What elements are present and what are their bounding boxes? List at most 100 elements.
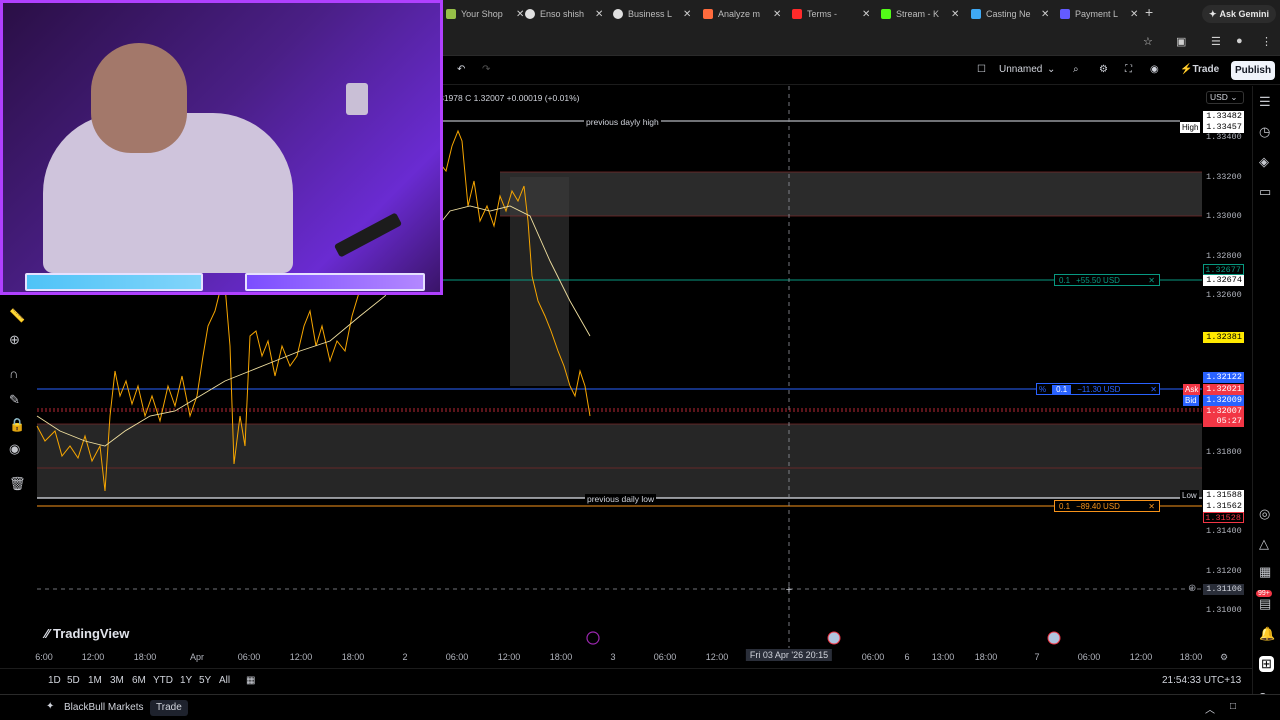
chevron-up-icon[interactable]: ︿ — [1205, 701, 1215, 716]
range-5y[interactable]: 5Y — [199, 675, 211, 686]
calendar-icon[interactable]: ▦ — [246, 675, 255, 686]
flag-marker-icon[interactable] — [1047, 631, 1061, 645]
magnet-icon[interactable]: ∩ — [9, 366, 18, 381]
ruler-icon[interactable]: 📏 — [9, 308, 25, 324]
undo-icon[interactable]: ↶ — [457, 64, 465, 75]
range-1y[interactable]: 1Y — [180, 675, 192, 686]
tab-favicon-icon — [792, 9, 802, 19]
browser-tab[interactable]: Terms - ✕ — [786, 3, 876, 25]
price-tick: 1.32800 — [1206, 251, 1242, 261]
eye-icon[interactable]: ◉ — [9, 441, 20, 457]
range-all[interactable]: All — [219, 675, 230, 686]
trade-button[interactable]: ⚡Trade — [1180, 64, 1219, 75]
phone — [333, 212, 403, 258]
take-profit-order[interactable]: 0.1 +55.50 USD ✕ — [1054, 274, 1160, 286]
menu-icon[interactable]: ☰ — [1211, 35, 1221, 48]
drawing-toolbar: 📏 ⊕ ∩ ✎ 🔒 ◉ 🗑 — [0, 300, 34, 500]
ask-gemini-label: Ask Gemini — [1219, 9, 1270, 19]
previous-high-label: previous dayly high — [584, 117, 661, 127]
zoom-icon[interactable]: ⊕ — [9, 332, 20, 348]
close-icon[interactable]: ✕ — [1148, 276, 1155, 285]
star-icon[interactable]: ☆ — [1143, 35, 1153, 48]
broker-name[interactable]: BlackBull Markets — [64, 702, 143, 713]
trash-icon[interactable]: 🗑 — [9, 476, 26, 492]
browser-tab[interactable]: Enso shish ✕ — [519, 3, 609, 25]
browser-tab[interactable]: Casting Ne ✕ — [965, 3, 1055, 25]
event-marker-icon[interactable] — [586, 631, 600, 645]
more-icon[interactable]: ⋮ — [1261, 35, 1272, 48]
range-1d[interactable]: 1D — [48, 675, 61, 686]
flag-marker-icon[interactable] — [827, 631, 841, 645]
utc-clock[interactable]: 21:54:33 UTC+13 — [1162, 675, 1241, 686]
browser-tab[interactable]: Analyze m ✕ — [697, 3, 787, 25]
close-icon[interactable]: ✕ — [595, 9, 603, 20]
currency-select[interactable]: USD ⌄ — [1206, 91, 1244, 104]
range-3m[interactable]: 3M — [110, 675, 124, 686]
time-tick: 12:00 — [1129, 652, 1153, 662]
bell-icon[interactable]: 🔔 — [1259, 626, 1275, 642]
target-icon[interactable]: ◎ — [1259, 506, 1270, 522]
time-tick: 18:00 — [974, 652, 998, 662]
close-icon[interactable]: ✕ — [773, 9, 781, 20]
grid-icon[interactable]: ⊞ — [1259, 656, 1274, 672]
publish-button[interactable]: Publish — [1231, 61, 1275, 80]
price-label: 1.32009 — [1203, 395, 1244, 406]
layout-name[interactable]: Unnamed — [999, 64, 1042, 75]
broker-trade-button[interactable]: Trade — [150, 700, 188, 716]
browser-tab[interactable]: Business L ✕ — [607, 3, 697, 25]
order-qty: 0.1 — [1059, 275, 1071, 285]
clock-icon[interactable]: ◷ — [1259, 124, 1270, 140]
price-tick: 1.33400 — [1206, 132, 1242, 142]
new-tab-button[interactable]: + — [1145, 4, 1153, 20]
time-tick: 12:00 — [81, 652, 105, 662]
settings-icon[interactable]: ⚙ — [1220, 652, 1228, 663]
time-tick: 06:00 — [1077, 652, 1101, 662]
layout-icon[interactable]: ☐ — [977, 64, 986, 75]
time-tick: 06:00 — [861, 652, 885, 662]
profile-avatar[interactable]: ● — [1236, 35, 1243, 47]
search-icon[interactable]: ⌕ — [1073, 64, 1079, 75]
redo-icon[interactable]: ↷ — [482, 64, 490, 75]
lock-icon[interactable]: 🔒 — [9, 417, 25, 433]
time-axis[interactable]: 6:00 12:00 18:00 Apr 06:00 12:00 18:00 2… — [0, 648, 1252, 666]
tab-title: Your Shop — [461, 9, 503, 19]
fullscreen-icon[interactable]: ⛶ — [1125, 64, 1132, 75]
pencil-icon[interactable]: ✎ — [9, 392, 20, 408]
watchlist-icon[interactable]: ☰ — [1259, 94, 1271, 110]
range-6m[interactable]: 6M — [132, 675, 146, 686]
camera-icon[interactable]: ◉ — [1150, 64, 1159, 75]
range-5d[interactable]: 5D — [67, 675, 80, 686]
high-tag: High — [1180, 122, 1201, 133]
time-tick: 06:00 — [445, 652, 469, 662]
bid-tag: Bid — [1183, 395, 1199, 406]
low-tag: Low — [1180, 490, 1199, 501]
browser-tab[interactable]: Payment L ✕ — [1054, 3, 1144, 25]
close-icon[interactable]: ✕ — [1041, 9, 1049, 20]
ask-gemini-button[interactable]: ✦ Ask Gemini — [1202, 5, 1276, 23]
maximize-icon[interactable]: □ — [1230, 701, 1236, 712]
close-icon[interactable]: ✕ — [862, 9, 870, 20]
range-ytd[interactable]: YTD — [153, 675, 173, 686]
time-tick: 3 — [610, 652, 616, 662]
browser-tab[interactable]: Your Shop ✕ — [440, 3, 530, 25]
close-icon[interactable]: ✕ — [951, 9, 959, 20]
close-icon[interactable]: ✕ — [1148, 502, 1155, 511]
tab-favicon-icon — [613, 9, 623, 19]
settings-icon[interactable]: ⚙ — [1099, 64, 1108, 75]
notifications-icon[interactable]: ▤ — [1259, 596, 1271, 612]
ideas-icon[interactable]: △ — [1259, 536, 1269, 552]
close-icon[interactable]: ✕ — [683, 9, 691, 20]
chat-icon[interactable]: ▭ — [1259, 184, 1271, 200]
percent-icon: % — [1039, 384, 1047, 394]
chevron-down-icon[interactable]: ⌄ — [1047, 64, 1055, 75]
calendar-icon[interactable]: ▦ — [1259, 564, 1271, 580]
position-order[interactable]: % 0.1 −11.30 USD ✕ — [1036, 383, 1160, 395]
stop-loss-order[interactable]: 0.1 −89.40 USD ✕ — [1054, 500, 1160, 512]
close-icon[interactable]: ✕ — [1130, 9, 1138, 20]
browser-tab[interactable]: Stream - K ✕ — [875, 3, 965, 25]
add-alert-icon[interactable]: ⊕ — [1188, 583, 1196, 594]
layers-icon[interactable]: ◈ — [1259, 154, 1269, 170]
extension-icon[interactable]: ▣ — [1176, 35, 1186, 48]
range-1m[interactable]: 1M — [88, 675, 102, 686]
close-icon[interactable]: ✕ — [1150, 385, 1157, 394]
